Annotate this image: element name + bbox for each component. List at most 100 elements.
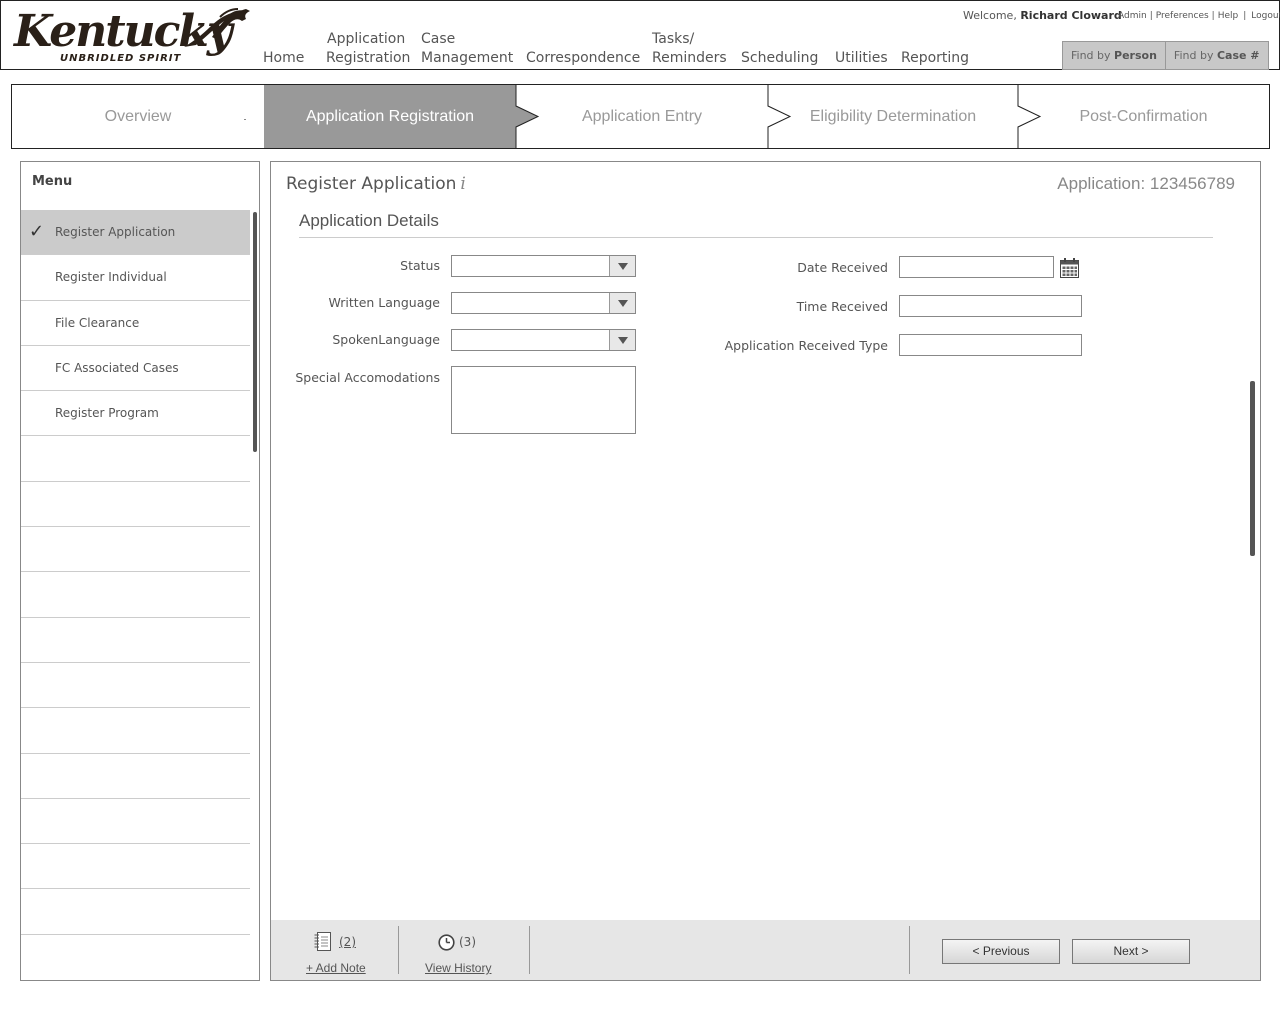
sidebar-item-file-clearance[interactable]: File Clearance bbox=[21, 301, 250, 346]
application-received-type-label: Application Received Type bbox=[724, 338, 888, 353]
find-by-case-button[interactable]: Find by Case # bbox=[1164, 42, 1268, 69]
step-overview[interactable]: Overview bbox=[12, 85, 264, 148]
sidebar-item-label: FC Associated Cases bbox=[55, 360, 179, 375]
time-received-input[interactable] bbox=[899, 295, 1082, 317]
page-title: Register Application i bbox=[286, 174, 466, 194]
footer-divider bbox=[529, 926, 530, 974]
sidebar-empty-row bbox=[21, 889, 250, 935]
find-by-person-label: Person bbox=[1114, 49, 1157, 62]
nav-case-management[interactable]: Case Management bbox=[421, 30, 513, 68]
link-separator: | bbox=[1149, 11, 1153, 21]
sidebar-item-label: Register Program bbox=[55, 406, 159, 421]
sidebar-empty-row bbox=[21, 436, 250, 482]
notes-icon[interactable] bbox=[314, 932, 333, 952]
history-count[interactable]: (3) bbox=[459, 935, 476, 949]
application-number: Application: 123456789 bbox=[1057, 174, 1235, 193]
sidebar-empty-row bbox=[21, 754, 250, 799]
notes-count[interactable]: (2) bbox=[339, 935, 356, 949]
date-received-input[interactable] bbox=[899, 256, 1054, 278]
nav-reporting[interactable]: Reporting bbox=[901, 49, 969, 68]
main-panel: Register Application i Application: 12345… bbox=[270, 161, 1261, 981]
step-label: Application Entry bbox=[581, 107, 703, 125]
kentucky-logo[interactable]: Kentucky UNBRIDLED SPIRIT bbox=[14, 5, 254, 67]
chevron-down-icon bbox=[609, 256, 635, 276]
special-accommodations-textarea[interactable] bbox=[451, 366, 636, 434]
step-separator bbox=[1017, 85, 1042, 148]
sidebar-menu: Menu ✓ Register Application Register Ind… bbox=[20, 161, 260, 981]
nav-application-registration[interactable]: Application Registration bbox=[326, 30, 410, 68]
previous-button[interactable]: < Previous bbox=[942, 939, 1060, 964]
view-history-link[interactable]: View History bbox=[425, 961, 491, 975]
admin-link[interactable]: Admin bbox=[1118, 11, 1147, 21]
link-separator: | bbox=[1243, 11, 1247, 21]
step-label: Post-Confirmation bbox=[1079, 107, 1208, 125]
main-scrollbar[interactable] bbox=[1250, 381, 1255, 556]
step-application-registration[interactable]: Application Registration bbox=[264, 85, 516, 148]
footer-divider bbox=[909, 926, 910, 974]
nav-correspondence-label: Correspondence bbox=[526, 50, 641, 66]
link-separator: | bbox=[1211, 11, 1215, 21]
step-eligibility-determination[interactable]: Eligibility Determination bbox=[768, 85, 1018, 148]
menu-title: Menu bbox=[32, 174, 73, 189]
sidebar-item-fc-associated-cases[interactable]: FC Associated Cases bbox=[21, 346, 250, 392]
nav-tasks-reminders[interactable]: Tasks/ Reminders bbox=[652, 30, 727, 68]
calendar-icon[interactable] bbox=[1060, 258, 1079, 278]
status-label: Status bbox=[400, 258, 440, 273]
sidebar-empty-row bbox=[21, 708, 250, 754]
find-by-case-label: Case # bbox=[1216, 49, 1260, 62]
time-received-label: Time Received bbox=[796, 299, 888, 314]
step-label: Eligibility Determination bbox=[809, 107, 977, 125]
welcome-text: Welcome, Richard Cloward bbox=[963, 9, 1122, 22]
nav-scheduling[interactable]: Scheduling bbox=[741, 49, 818, 68]
step-separator bbox=[515, 85, 540, 148]
status-select[interactable] bbox=[451, 255, 636, 277]
nav-scheduling-label: Scheduling bbox=[741, 50, 819, 66]
section-title: Application Details bbox=[299, 211, 439, 230]
add-note-link[interactable]: + Add Note bbox=[306, 961, 366, 975]
nav-app-reg-line2: Registration bbox=[326, 50, 411, 66]
nav-correspondence[interactable]: Correspondence bbox=[526, 49, 640, 68]
step-separator bbox=[767, 85, 792, 148]
application-received-type-input[interactable] bbox=[899, 334, 1082, 356]
sidebar-empty-row bbox=[21, 799, 250, 845]
find-by-case-prefix: Find by bbox=[1173, 49, 1214, 62]
nav-tasks-line1: Tasks/ bbox=[652, 31, 695, 47]
spoken-language-select[interactable] bbox=[451, 329, 636, 351]
nav-home[interactable]: Home bbox=[263, 49, 304, 68]
sidebar-item-register-individual[interactable]: Register Individual bbox=[21, 255, 250, 301]
special-accommodations-label: Special Accomodations bbox=[295, 370, 440, 385]
help-link[interactable]: Help bbox=[1218, 11, 1239, 21]
sidebar-item-label: Register Individual bbox=[55, 270, 167, 285]
history-clock-icon[interactable] bbox=[438, 934, 455, 951]
nav-reporting-label: Reporting bbox=[901, 50, 970, 66]
nav-utilities-label: Utilities bbox=[835, 50, 888, 66]
utility-links: Admin | Preferences | Help | Logout bbox=[1118, 11, 1280, 21]
welcome-prefix: Welcome, bbox=[963, 9, 1017, 22]
find-bar: Find by Person Find by Case # bbox=[1062, 41, 1269, 70]
preferences-link[interactable]: Preferences bbox=[1156, 11, 1209, 21]
section-divider bbox=[299, 237, 1213, 238]
nav-case-line1: Case bbox=[421, 31, 456, 47]
step-application-entry[interactable]: Application Entry bbox=[516, 85, 768, 148]
find-by-person-button[interactable]: Find by Person bbox=[1063, 42, 1165, 69]
info-icon[interactable]: i bbox=[460, 174, 465, 194]
chevron-down-icon bbox=[609, 330, 635, 350]
horse-icon bbox=[184, 8, 250, 47]
footer-divider bbox=[398, 926, 399, 974]
sidebar-empty-row bbox=[21, 527, 250, 573]
checkmark-icon: ✓ bbox=[29, 221, 45, 242]
nav-utilities[interactable]: Utilities bbox=[835, 49, 888, 68]
nav-case-line2: Management bbox=[421, 50, 514, 66]
next-button[interactable]: Next > bbox=[1072, 939, 1190, 964]
app-header: Kentucky UNBRIDLED SPIRIT Home Applicati… bbox=[0, 0, 1280, 70]
written-language-select[interactable] bbox=[451, 292, 636, 314]
step-post-confirmation[interactable]: Post-Confirmation bbox=[1018, 85, 1269, 148]
step-label: Application Registration bbox=[305, 107, 475, 125]
sidebar-item-register-program[interactable]: Register Program bbox=[21, 391, 250, 437]
sidebar-scrollbar[interactable] bbox=[253, 212, 257, 452]
workflow-steps: Overview Application Registration Applic… bbox=[11, 84, 1270, 149]
logout-link[interactable]: Logout bbox=[1251, 11, 1280, 21]
nav-app-reg-line1: Application bbox=[327, 31, 406, 47]
sidebar-empty-row bbox=[21, 844, 250, 890]
sidebar-item-register-application[interactable]: ✓ Register Application bbox=[21, 210, 250, 256]
